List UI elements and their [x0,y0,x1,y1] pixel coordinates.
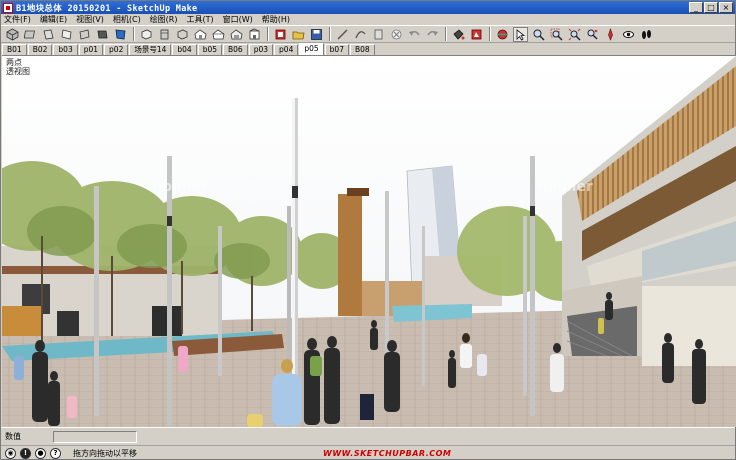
sketchup-window: B1地块总体 20150201 - SketchUp Make _ □ × 文件… [0,0,736,460]
scene-tab[interactable]: p04 [274,44,299,55]
model-viewport[interactable]: hbimer hbimer 两点 透视图 [2,55,736,427]
front-view-icon[interactable] [41,27,56,42]
sketchup-app-icon [3,2,13,13]
scene-tab[interactable]: b07 [324,44,349,55]
right-view-icon[interactable] [59,27,74,42]
scene-tabs: B01 B02 b03 p01 p02 场景号14 b04 b05 B06 p0… [1,43,735,55]
orbit-icon[interactable] [495,27,510,42]
scene-tab[interactable]: b05 [197,44,223,55]
line-icon[interactable] [335,27,350,42]
zoom-icon[interactable] [531,27,546,42]
toolbar-separator [267,27,269,41]
redo-icon[interactable] [425,27,440,42]
scene-tab[interactable]: B01 [2,44,27,55]
title-bar: B1地块总体 20150201 - SketchUp Make _ □ × [1,1,735,14]
close-button[interactable]: × [719,2,733,13]
hidden-line-icon[interactable] [193,27,208,42]
scene-tab[interactable]: 场景号14 [129,44,172,55]
window-controls: _ □ × [689,2,733,13]
maximize-button[interactable]: □ [704,2,718,13]
scene-tab[interactable]: B02 [27,44,53,55]
pan-icon[interactable] [585,27,600,42]
credits-icon[interactable]: ! [20,447,31,459]
scene-tab-active[interactable]: p05 [299,43,324,55]
eraser-icon[interactable] [389,27,404,42]
menu-camera[interactable]: 相机(C) [113,14,141,25]
measurements-label: 数值 [5,432,21,441]
undo-icon[interactable] [407,27,422,42]
geo-location-icon[interactable]: ◉ [5,447,16,459]
minimize-button[interactable]: _ [689,2,703,13]
svg-text:hbimer: hbimer [537,179,593,195]
menu-tools[interactable]: 工具(T) [187,14,214,25]
rectangle-icon[interactable] [371,27,386,42]
back-view-icon[interactable] [77,27,92,42]
site-watermark: WWW.SKETCHUPBAR.COM [323,449,452,458]
plaza-perspective-render: hbimer hbimer [2,56,736,427]
zoom-window-icon[interactable] [549,27,564,42]
top-view-icon[interactable] [23,27,38,42]
projection-label: 透视图 [6,67,30,76]
toolbar-separator [133,27,135,41]
paint-bucket-icon[interactable] [451,27,466,42]
select-icon[interactable] [513,26,528,42]
menu-draw[interactable]: 绘图(R) [150,14,178,25]
toolbar-separator [329,27,331,41]
zoom-extents-icon[interactable] [567,27,582,42]
monochrome-icon[interactable] [247,27,262,42]
save-icon[interactable] [309,27,324,42]
xray-icon[interactable] [139,27,154,42]
position-camera-icon[interactable] [603,27,618,42]
svg-text:hbimer: hbimer [152,179,208,195]
toolbar-separator [489,27,491,41]
toolbar-separator [445,27,447,41]
window-title: B1地块总体 20150201 - SketchUp Make [16,3,198,14]
scene-tab[interactable]: p03 [248,44,274,55]
measurements-input[interactable] [53,430,137,443]
user-icon[interactable]: ● [35,447,46,459]
main-toolbar [1,25,735,43]
help-icon[interactable]: ? [50,447,61,459]
status-hint: 拖方向拖动以平移 [73,448,137,458]
arc-icon[interactable] [353,27,368,42]
scene-tab[interactable]: b04 [172,44,197,55]
walk-icon[interactable] [639,27,654,42]
shaded-textures-icon[interactable] [229,27,244,42]
scene-tab[interactable]: p02 [104,44,129,55]
menu-view[interactable]: 视图(V) [76,14,104,25]
wireframe-icon[interactable] [175,27,190,42]
menu-bar: 文件(F) 编辑(E) 视图(V) 相机(C) 绘图(R) 工具(T) 窗口(W… [1,14,735,25]
back-edges-icon[interactable] [157,27,172,42]
bottom-view-icon[interactable] [113,27,128,42]
scene-tab[interactable]: b03 [53,44,78,55]
scene-tab[interactable]: B06 [223,44,248,55]
measurements-bar: 数值 [1,427,735,445]
menu-window[interactable]: 窗口(W) [223,14,253,25]
shaded-icon[interactable] [211,27,226,42]
menu-file[interactable]: 文件(F) [4,14,31,25]
open-icon[interactable] [291,27,306,42]
left-view-icon[interactable] [95,27,110,42]
scene-tab[interactable]: p01 [78,44,104,55]
menu-help[interactable]: 帮助(H) [262,14,290,25]
iso-view-icon[interactable] [5,27,20,42]
look-around-icon[interactable] [621,27,636,42]
menu-edit[interactable]: 编辑(E) [40,14,67,25]
warehouse-icon[interactable] [273,27,288,42]
scene-tab[interactable]: B08 [349,44,375,55]
components-icon[interactable] [469,27,484,42]
